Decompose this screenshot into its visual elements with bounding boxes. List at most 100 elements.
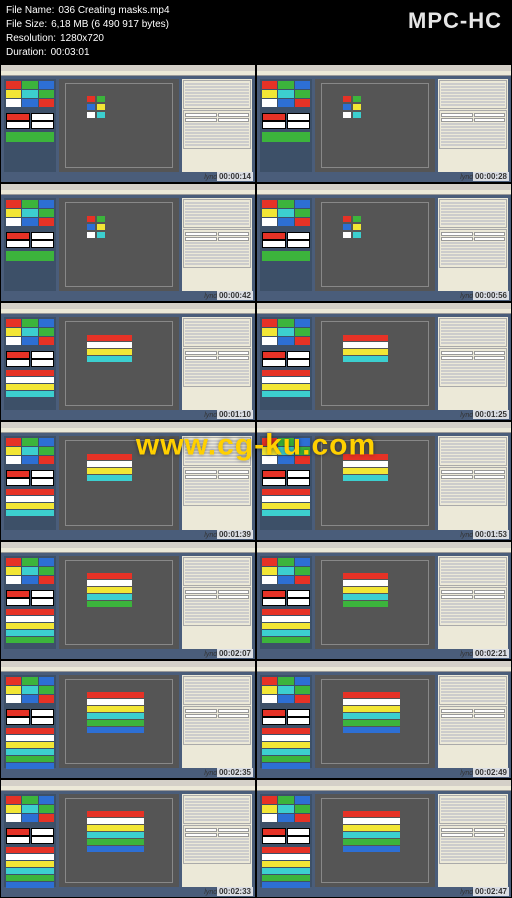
app-title: MPC-HC	[404, 4, 506, 38]
thumbnail[interactable]: lynda 00:01:10	[0, 302, 256, 421]
filename-label: File Name:	[6, 4, 54, 18]
editor-hierarchy-panel	[4, 317, 56, 410]
editor-inspector-panel	[182, 675, 252, 768]
thumbnail-grid: lynda 00:00:14 lynda 00:00:28	[0, 64, 512, 898]
thumbnail[interactable]: lynda 00:01:25	[256, 302, 512, 421]
thumbnail[interactable]: lynda 00:00:42	[0, 183, 256, 302]
scene-canvas	[65, 560, 173, 645]
editor-toolbar	[257, 428, 511, 433]
editor-toolbar	[1, 428, 255, 433]
timestamp-label: 00:00:28	[473, 172, 509, 181]
scene-canvas	[65, 321, 173, 406]
editor-inspector-panel	[182, 79, 252, 172]
scene-canvas	[321, 202, 429, 287]
thumbnail[interactable]: lynda 00:02:47	[256, 779, 512, 898]
timestamp-label: 00:02:33	[217, 887, 253, 896]
editor-scene-view	[315, 794, 435, 887]
editor-hierarchy-panel	[260, 556, 312, 649]
thumbnail[interactable]: lynda 00:01:53	[256, 421, 512, 540]
editor-hierarchy-panel	[4, 556, 56, 649]
scene-canvas	[65, 798, 173, 883]
scene-canvas	[321, 679, 429, 764]
editor-hierarchy-panel	[260, 436, 312, 529]
thumbnail[interactable]: lynda 00:02:33	[0, 779, 256, 898]
timestamp-label: 00:01:25	[473, 410, 509, 419]
editor-toolbar	[1, 190, 255, 195]
editor-toolbar	[257, 667, 511, 672]
scene-canvas	[321, 83, 429, 168]
editor-inspector-panel	[438, 794, 508, 887]
thumbnail[interactable]: lynda 00:02:21	[256, 541, 512, 660]
timestamp-label: 00:02:47	[473, 887, 509, 896]
editor-scene-view	[315, 79, 435, 172]
editor-inspector-panel	[438, 556, 508, 649]
editor-hierarchy-panel	[4, 79, 56, 172]
editor-toolbar	[1, 786, 255, 791]
editor-hierarchy-panel	[4, 436, 56, 529]
timestamp-label: 00:02:07	[217, 649, 253, 658]
scene-canvas	[65, 202, 173, 287]
thumbnail[interactable]: lynda 00:02:07	[0, 541, 256, 660]
editor-scene-view	[59, 317, 179, 410]
player-header: File Name: 036 Creating masks.mp4 File S…	[0, 0, 512, 64]
editor-hierarchy-panel	[260, 198, 312, 291]
thumbnail[interactable]: lynda 00:02:35	[0, 660, 256, 779]
thumbnail[interactable]: lynda 00:01:39	[0, 421, 256, 540]
editor-toolbar	[1, 667, 255, 672]
timestamp-label: 00:01:53	[473, 530, 509, 539]
duration-label: Duration:	[6, 46, 47, 60]
thumbnail[interactable]: lynda 00:00:56	[256, 183, 512, 302]
editor-inspector-panel	[438, 675, 508, 768]
timestamp-label: 00:00:42	[217, 291, 253, 300]
editor-inspector-panel	[438, 79, 508, 172]
thumbnail[interactable]: lynda 00:00:28	[256, 64, 512, 183]
timestamp-label: 00:02:35	[217, 768, 253, 777]
scene-canvas	[321, 440, 429, 525]
scene-canvas	[321, 321, 429, 406]
timestamp-label: 00:02:21	[473, 649, 509, 658]
editor-hierarchy-panel	[260, 79, 312, 172]
editor-inspector-panel	[438, 317, 508, 410]
editor-scene-view	[59, 556, 179, 649]
scene-canvas	[321, 798, 429, 883]
editor-scene-view	[315, 675, 435, 768]
editor-hierarchy-panel	[4, 794, 56, 887]
editor-hierarchy-panel	[260, 317, 312, 410]
editor-inspector-panel	[182, 436, 252, 529]
filesize-label: File Size:	[6, 18, 47, 32]
scene-canvas	[65, 83, 173, 168]
scene-canvas	[321, 560, 429, 645]
timestamp-label: 00:01:39	[217, 530, 253, 539]
editor-scene-view	[59, 794, 179, 887]
editor-inspector-panel	[438, 198, 508, 291]
editor-scene-view	[59, 198, 179, 291]
editor-scene-view	[315, 556, 435, 649]
editor-inspector-panel	[182, 198, 252, 291]
editor-toolbar	[257, 190, 511, 195]
editor-hierarchy-panel	[4, 198, 56, 291]
editor-inspector-panel	[182, 317, 252, 410]
editor-inspector-panel	[438, 436, 508, 529]
timestamp-label: 00:01:10	[217, 410, 253, 419]
editor-toolbar	[1, 71, 255, 76]
editor-hierarchy-panel	[4, 675, 56, 768]
editor-toolbar	[257, 309, 511, 314]
editor-scene-view	[315, 436, 435, 529]
filesize-value: 6,18 MB (6 490 917 bytes)	[51, 18, 169, 32]
timestamp-label: 00:00:56	[473, 291, 509, 300]
editor-inspector-panel	[182, 556, 252, 649]
timestamp-label: 00:02:49	[473, 768, 509, 777]
editor-scene-view	[315, 198, 435, 291]
resolution-value: 1280x720	[60, 32, 104, 46]
editor-hierarchy-panel	[260, 794, 312, 887]
scene-canvas	[65, 440, 173, 525]
file-info-block: File Name: 036 Creating masks.mp4 File S…	[6, 4, 170, 60]
editor-toolbar	[257, 786, 511, 791]
thumbnail[interactable]: lynda 00:00:14	[0, 64, 256, 183]
editor-scene-view	[59, 675, 179, 768]
editor-toolbar	[257, 71, 511, 76]
editor-inspector-panel	[182, 794, 252, 887]
timestamp-label: 00:00:14	[217, 172, 253, 181]
thumbnail[interactable]: lynda 00:02:49	[256, 660, 512, 779]
editor-scene-view	[59, 79, 179, 172]
